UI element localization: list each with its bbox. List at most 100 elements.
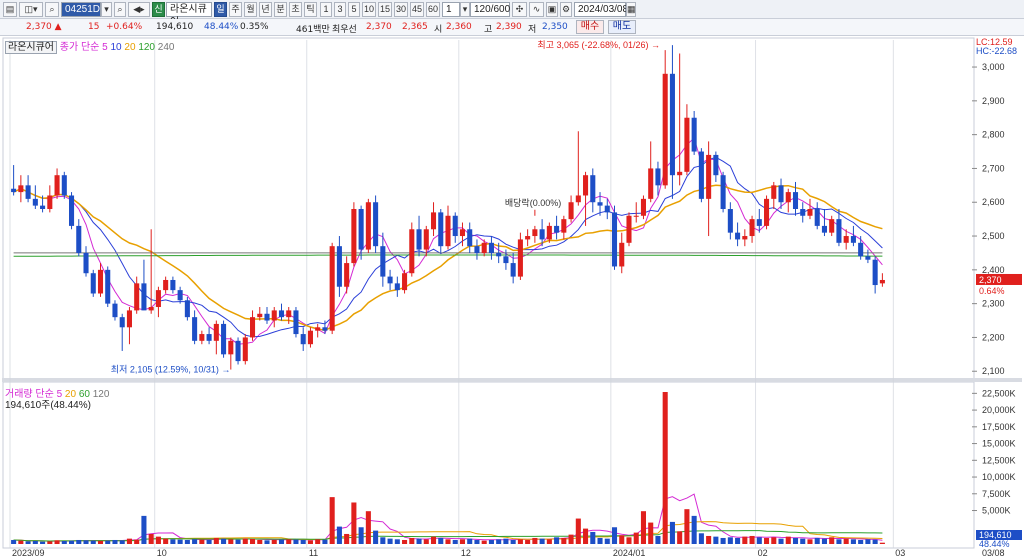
candle-body <box>192 317 198 341</box>
volume-tick-label: 17,500K <box>982 422 1016 432</box>
candle-body <box>749 219 755 237</box>
price-tick-label: 2,400 <box>982 265 1005 275</box>
candle-body <box>344 263 350 287</box>
volume-bar <box>474 539 480 544</box>
chart-menu-icon[interactable]: ▤ <box>3 2 17 17</box>
trade-amount: 461백만 <box>296 25 330 35</box>
save-icon[interactable]: ▣ <box>546 2 558 17</box>
candle-body <box>785 192 791 203</box>
candle-body <box>771 185 777 199</box>
volume-tick-label: 5,000K <box>982 506 1011 516</box>
candle-body <box>640 198 647 216</box>
candle-body <box>546 225 552 240</box>
stock-code-dropdown-icon[interactable]: ▾ <box>101 2 112 17</box>
minute-1-button[interactable]: 1 <box>320 2 332 17</box>
volume-bar <box>54 540 60 544</box>
volume-bar <box>105 540 111 544</box>
volume-bar <box>843 538 849 544</box>
period-tick-button[interactable]: 틱 <box>304 2 317 17</box>
search-icon[interactable]: ⌕ <box>114 2 126 17</box>
volume-bar <box>199 539 205 544</box>
minute-5-button[interactable]: 5 <box>348 2 360 17</box>
volume-bar <box>112 539 118 544</box>
period-month-button[interactable]: 월 <box>244 2 257 17</box>
compare-icon[interactable]: ∿ <box>529 2 544 17</box>
volume-bar <box>264 540 270 544</box>
x-tick-label: 12 <box>461 548 471 558</box>
volume-bar <box>119 540 125 544</box>
vol-ma120-legend: 120 <box>92 389 110 400</box>
volume-bar <box>148 533 154 544</box>
candle-body <box>756 219 762 226</box>
sell-button[interactable]: 매도 <box>608 20 636 34</box>
buy-button[interactable]: 매수 <box>576 20 604 34</box>
minute-10-button[interactable]: 10 <box>362 2 376 17</box>
price-tick-label: 3,000 <box>982 62 1005 72</box>
volume-bar <box>221 538 227 544</box>
candle-body <box>525 236 531 240</box>
low-price: 2,350 <box>542 22 568 32</box>
x-tick-label: 11 <box>309 548 318 558</box>
volume-current-value: 194,610주(48.44%) <box>5 400 91 411</box>
volume-bar <box>807 539 813 544</box>
minute-3-button[interactable]: 3 <box>334 2 346 17</box>
volume-bar <box>677 531 683 544</box>
volume-bar <box>213 537 219 544</box>
period-second-button[interactable]: 초 <box>289 2 302 17</box>
candle-body <box>445 215 451 247</box>
period-day-button[interactable]: 일 <box>214 2 227 17</box>
candle-body <box>720 175 726 209</box>
candle-body <box>76 225 82 253</box>
unit-input[interactable]: 1 <box>442 2 460 17</box>
crosshair-icon[interactable]: ✣ <box>512 2 527 17</box>
candle-body <box>293 310 299 335</box>
candle-body <box>648 168 654 199</box>
stock-chart[interactable]: 3,000 2,900 2,800 2,700 2,600 2,500 2,400 2,300… <box>0 36 1024 558</box>
ma20-legend: 20 <box>124 42 136 53</box>
price-tick-label: 2,600 <box>982 197 1005 207</box>
volume-bar <box>865 539 871 544</box>
volume-bar <box>662 392 668 544</box>
volume-bar <box>271 539 277 544</box>
calendar-icon[interactable]: ▦ <box>626 2 636 17</box>
period-minute-button[interactable]: 분 <box>274 2 287 17</box>
minute-30-button[interactable]: 30 <box>394 2 408 17</box>
x-tick-label: 02 <box>758 548 768 558</box>
period-week-button[interactable]: 주 <box>229 2 242 17</box>
volume-bar <box>785 536 791 544</box>
candle-body <box>836 219 842 243</box>
candle-body <box>155 290 161 308</box>
volume-bar <box>394 539 400 544</box>
date-input[interactable]: 2024/03/08 <box>574 2 628 17</box>
volume-bar <box>655 535 661 544</box>
stock-search-icon[interactable]: ⌕ <box>45 2 59 17</box>
price-legend: 라온시큐어 종가 단순 5 10 20 120 240 <box>5 38 174 54</box>
unit-dropdown-icon[interactable]: ▾ <box>460 2 470 17</box>
stock-code-input[interactable]: 04251D <box>61 2 101 17</box>
volume-bar <box>438 537 444 544</box>
minute-60-button[interactable]: 60 <box>426 2 440 17</box>
stock-name: 라온시큐어 <box>166 2 212 28</box>
candle-body <box>459 229 466 237</box>
volume-bar <box>648 522 654 544</box>
count-input[interactable]: 120/600 <box>470 2 510 17</box>
volume-bar <box>821 538 827 544</box>
volume-bar <box>459 539 466 544</box>
candle-body <box>40 205 46 209</box>
volume-tick-label: 20,000K <box>982 405 1016 415</box>
period-year-button[interactable]: 년 <box>259 2 272 17</box>
candle-body <box>307 330 313 345</box>
settings-gear-icon[interactable]: ⚙ <box>560 2 572 17</box>
candle-body <box>691 117 697 152</box>
high-label: 고 <box>484 25 493 35</box>
speaker-icon[interactable]: ◀▸ <box>128 2 150 17</box>
volume-bar <box>713 536 719 544</box>
minute-15-button[interactable]: 15 <box>378 2 392 17</box>
candle-body <box>706 154 712 199</box>
candle-body <box>800 209 806 216</box>
minute-45-button[interactable]: 45 <box>410 2 424 17</box>
volume-bar <box>344 533 350 544</box>
candle-body <box>583 175 589 196</box>
chart-type-dropdown[interactable]: ◫▾ <box>19 2 43 17</box>
quote-bar: 2,370 ▲ 15 +0.64% 194,610 48.44% 0.35% 4… <box>0 19 1024 36</box>
